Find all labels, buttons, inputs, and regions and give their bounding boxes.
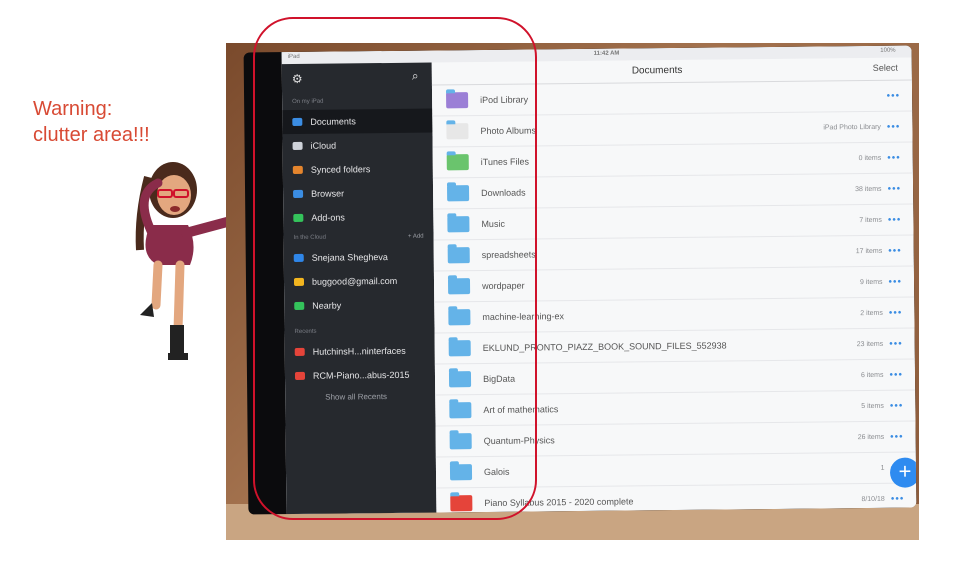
more-options-icon[interactable]: ••• (888, 214, 902, 225)
item-count: 7 items (859, 216, 882, 224)
battery-percent: 100% (880, 47, 896, 54)
more-options-icon[interactable]: ••• (887, 90, 901, 101)
item-count: 9 items (859, 278, 883, 286)
select-button[interactable]: Select (873, 63, 898, 73)
more-options-icon[interactable]: ••• (889, 307, 903, 318)
item-name: EKLUND_PRONTO_PIAZZ_BOOK_SOUND_FILES_552… (482, 340, 727, 354)
warning-line-2: clutter area!!! (33, 124, 150, 146)
item-name: BigData (482, 373, 516, 385)
more-options-icon[interactable]: ••• (887, 183, 901, 194)
item-count: 26 items (857, 433, 885, 441)
item-count: 0 items (858, 154, 882, 162)
clock: 11:42 AM (593, 50, 620, 57)
item-name: iTunes Files (480, 156, 529, 168)
item-count: 23 items (856, 340, 884, 348)
item-name: Art of mathematics (483, 404, 559, 416)
more-options-icon[interactable]: ••• (887, 152, 901, 163)
more-options-icon[interactable]: ••• (890, 431, 904, 442)
item-name: Piano Syllabus 2015 - 2020 complete (484, 496, 634, 509)
more-options-icon[interactable]: ••• (888, 276, 902, 287)
more-options-icon[interactable]: ••• (890, 400, 904, 411)
item-name: spreadsheets (481, 249, 536, 261)
more-options-icon[interactable]: ••• (888, 245, 902, 256)
item-name: Galois (483, 466, 510, 478)
warning-line-1: Warning: (33, 98, 113, 120)
item-name: Downloads (481, 187, 526, 199)
item-name: machine-learning-ex (482, 311, 564, 323)
more-options-icon[interactable]: ••• (889, 338, 903, 349)
more-options-icon[interactable]: ••• (889, 369, 903, 380)
warning-annotation: Warning: clutter area!!! (33, 96, 233, 148)
item-count: 38 items (855, 185, 882, 193)
item-count: 8/10/18 (861, 495, 885, 503)
item-count: iPad Photo Library (823, 123, 881, 131)
item-count: 1 (880, 464, 885, 472)
item-name: wordpaper (482, 280, 525, 292)
item-count: 2 items (860, 309, 883, 317)
more-options-icon[interactable]: ••• (891, 493, 905, 504)
item-name: iPod Library (480, 94, 529, 106)
clutter-highlight-box (253, 17, 537, 520)
item-count: 6 items (860, 371, 884, 379)
item-count: 5 items (861, 402, 884, 410)
more-options-icon[interactable]: ••• (887, 121, 901, 132)
item-count: 17 items (855, 247, 883, 255)
page-title: Documents (631, 64, 683, 77)
item-name: Music (481, 218, 505, 230)
add-fab-button[interactable]: + (889, 457, 917, 488)
item-name: Quantum-Physics (483, 435, 555, 447)
